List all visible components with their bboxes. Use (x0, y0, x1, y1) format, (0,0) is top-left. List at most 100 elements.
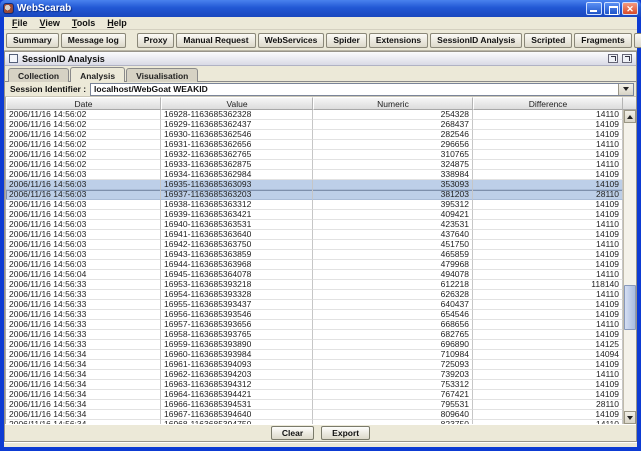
session-identifier-combobox[interactable]: localhost/WebGoat WEAKID (90, 83, 634, 96)
scroll-up-icon[interactable] (624, 110, 636, 123)
menu-file[interactable]: File (6, 17, 34, 29)
table-row[interactable]: 2006/11/16 14:56:3316959-116368539389069… (6, 340, 623, 350)
window-content: FileViewToolsHelp SummaryMessage log Prox… (4, 17, 637, 447)
cell-numeric: 809640 (313, 410, 473, 420)
toolbar-button-fragments[interactable]: Fragments (574, 33, 631, 48)
clear-button[interactable]: Clear (271, 426, 314, 440)
toolbar-button-proxy[interactable]: Proxy (137, 33, 175, 48)
menu-help[interactable]: Help (101, 17, 133, 29)
cell-difference: 14109 (473, 330, 623, 340)
close-icon[interactable] (622, 2, 638, 15)
table-row[interactable]: 2006/11/16 14:56:0316944-116368536396847… (6, 260, 623, 270)
internal-frame-titlebar[interactable]: SessionID Analysis (5, 52, 636, 66)
table-row[interactable]: 2006/11/16 14:56:0216929-116368536243726… (6, 120, 623, 130)
tab-collection[interactable]: Collection (8, 68, 69, 82)
toolbar-button-sessionid-analysis[interactable]: SessionID Analysis (430, 33, 522, 48)
table-row[interactable]: 2006/11/16 14:56:0316934-116368536298433… (6, 170, 623, 180)
cell-value: 16958-1163685393765 (161, 330, 313, 340)
toolbar-button-manual-request[interactable]: Manual Request (176, 33, 255, 48)
table-row[interactable]: 2006/11/16 14:56:0316935-116368536309335… (6, 180, 623, 190)
cell-difference: 14109 (473, 300, 623, 310)
table-row[interactable]: 2006/11/16 14:56:3416962-116368539420373… (6, 370, 623, 380)
menu-tools[interactable]: Tools (66, 17, 101, 29)
internal-frame-maximize-icon[interactable] (622, 54, 632, 63)
table-row[interactable]: 2006/11/16 14:56:3416963-116368539431275… (6, 380, 623, 390)
table-row[interactable]: 2006/11/16 14:56:0216933-116368536287532… (6, 160, 623, 170)
minimize-icon[interactable] (586, 2, 602, 15)
cell-difference: 14109 (473, 380, 623, 390)
export-button[interactable]: Export (321, 426, 370, 440)
cell-value: 16960-1163685393984 (161, 350, 313, 360)
cell-difference: 14094 (473, 350, 623, 360)
cell-value: 16937-1163685363203 (161, 190, 313, 200)
cell-difference: 14109 (473, 230, 623, 240)
chevron-down-icon (623, 87, 629, 91)
scrollbar-thumb[interactable] (624, 285, 636, 330)
toolbar-group: SummaryMessage log (6, 33, 128, 48)
column-header-numeric[interactable]: Numeric (313, 97, 473, 110)
column-header-date[interactable]: Date (6, 97, 161, 110)
cell-value: 16941-1163685363640 (161, 230, 313, 240)
table-row[interactable]: 2006/11/16 14:56:3416964-116368539442176… (6, 390, 623, 400)
menu-view[interactable]: View (34, 17, 66, 29)
cell-numeric: 753312 (313, 380, 473, 390)
cell-difference: 14110 (473, 160, 623, 170)
cell-date: 2006/11/16 14:56:03 (6, 220, 161, 230)
table-row[interactable]: 2006/11/16 14:56:0316938-116368536331239… (6, 200, 623, 210)
toolbar-button-spider[interactable]: Spider (326, 33, 366, 48)
cell-value: 16963-1163685394312 (161, 380, 313, 390)
cell-date: 2006/11/16 14:56:33 (6, 290, 161, 300)
table-row[interactable]: 2006/11/16 14:56:3316958-116368539376568… (6, 330, 623, 340)
table-row[interactable]: 2006/11/16 14:56:0216932-116368536276531… (6, 150, 623, 160)
column-header-difference[interactable]: Difference (473, 97, 623, 110)
cell-value: 16935-1163685363093 (161, 180, 313, 190)
table-row[interactable]: 2006/11/16 14:56:0316937-116368536320338… (6, 190, 623, 200)
cell-difference: 28110 (473, 400, 623, 410)
toolbar-button-message-log[interactable]: Message log (61, 33, 126, 48)
table-row[interactable]: 2006/11/16 14:56:0416945-116368536407849… (6, 270, 623, 280)
table-rows: 2006/11/16 14:56:0216928-116368536232825… (6, 110, 623, 424)
cell-value: 16933-1163685362875 (161, 160, 313, 170)
table-row[interactable]: 2006/11/16 14:56:3416961-116368539409372… (6, 360, 623, 370)
table-row[interactable]: 2006/11/16 14:56:3316954-116368539332862… (6, 290, 623, 300)
scroll-down-icon[interactable] (624, 411, 636, 424)
cell-date: 2006/11/16 14:56:34 (6, 380, 161, 390)
table-row[interactable]: 2006/11/16 14:56:3316957-116368539365666… (6, 320, 623, 330)
table-row[interactable]: 2006/11/16 14:56:0216928-116368536232825… (6, 110, 623, 120)
cell-date: 2006/11/16 14:56:34 (6, 370, 161, 380)
column-header-value[interactable]: Value (161, 97, 313, 110)
maximize-icon[interactable] (604, 2, 620, 15)
window-titlebar[interactable]: WebScarab (0, 0, 641, 17)
table-row[interactable]: 2006/11/16 14:56:0316939-116368536342140… (6, 210, 623, 220)
table-row[interactable]: 2006/11/16 14:56:0316941-116368536364043… (6, 230, 623, 240)
table-row[interactable]: 2006/11/16 14:56:0316942-116368536375045… (6, 240, 623, 250)
table-row[interactable]: 2006/11/16 14:56:3316953-116368539321861… (6, 280, 623, 290)
cell-value: 16964-1163685394421 (161, 390, 313, 400)
toolbar-button-webservices[interactable]: WebServices (258, 33, 325, 48)
table-row[interactable]: 2006/11/16 14:56:0216930-116368536254628… (6, 130, 623, 140)
toolbar-button-fuzzer[interactable]: Fuzzer (634, 33, 641, 48)
cell-numeric: 494078 (313, 270, 473, 280)
table-row[interactable]: 2006/11/16 14:56:3416960-116368539398471… (6, 350, 623, 360)
toolbar-button-scripted[interactable]: Scripted (524, 33, 572, 48)
cell-date: 2006/11/16 14:56:33 (6, 320, 161, 330)
toolbar-button-extensions[interactable]: Extensions (369, 33, 428, 48)
cell-date: 2006/11/16 14:56:02 (6, 160, 161, 170)
cell-numeric: 640437 (313, 300, 473, 310)
table-row[interactable]: 2006/11/16 14:56:3316955-116368539343764… (6, 300, 623, 310)
status-strip (4, 442, 637, 447)
cell-difference: 14109 (473, 200, 623, 210)
combo-dropdown-button[interactable] (618, 84, 633, 95)
toolbar-button-summary[interactable]: Summary (6, 33, 59, 48)
internal-frame-restore-icon[interactable] (608, 54, 618, 63)
table-row[interactable]: 2006/11/16 14:56:3416967-116368539464080… (6, 410, 623, 420)
table-row[interactable]: 2006/11/16 14:56:3316956-116368539354665… (6, 310, 623, 320)
tab-visualisation[interactable]: Visualisation (126, 68, 198, 82)
table-row[interactable]: 2006/11/16 14:56:0316940-116368536353142… (6, 220, 623, 230)
table-row[interactable]: 2006/11/16 14:56:3416966-116368539453179… (6, 400, 623, 410)
table-row[interactable]: 2006/11/16 14:56:0216931-116368536265629… (6, 140, 623, 150)
cell-difference: 14109 (473, 150, 623, 160)
table-row[interactable]: 2006/11/16 14:56:0316943-116368536385946… (6, 250, 623, 260)
tab-analysis[interactable]: Analysis (70, 67, 125, 82)
vertical-scrollbar[interactable] (623, 110, 636, 424)
